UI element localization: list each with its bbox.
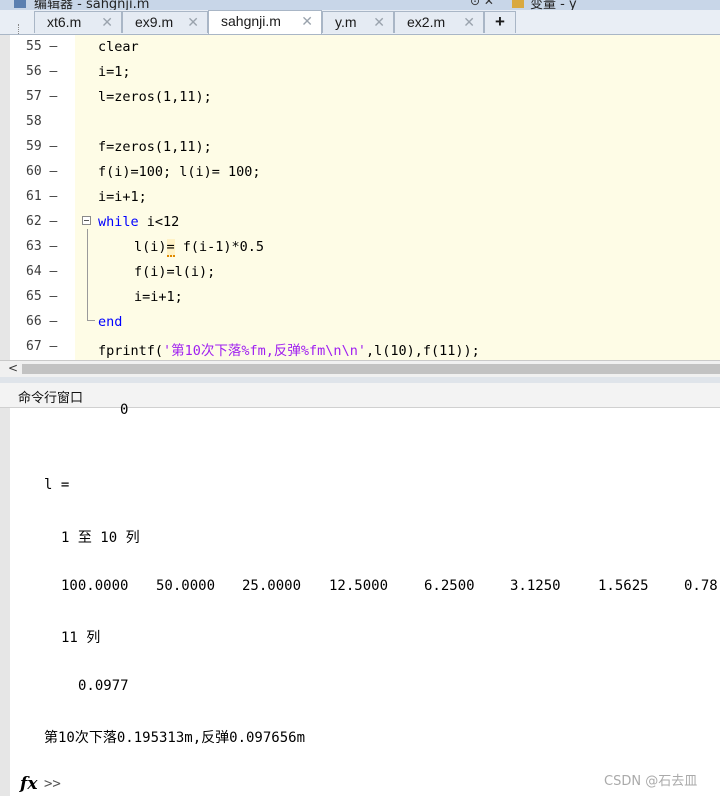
variables-title[interactable]: 变量 - y [530,0,577,10]
line-number-64[interactable]: 64 — [26,264,66,279]
tab-close-icon[interactable]: ✕ [187,14,199,31]
editor-left-bar [0,35,10,360]
line-number-67[interactable]: 67 — [26,339,66,354]
output-value: 12.5000 [329,578,389,594]
code-line[interactable]: clear [98,39,139,55]
output-value: 0.0977 [78,678,129,694]
editor-horizontal-scrollbar[interactable]: < [0,360,720,377]
code-line[interactable]: l(i)= f(i-1)*0.5 [134,239,264,257]
code-line[interactable]: f(i)=100; l(i)= 100; [98,164,261,180]
line-number-58[interactable]: 58 [26,114,66,129]
command-prompt[interactable]: >> [44,776,61,792]
tab-close-icon[interactable]: ✕ [373,14,385,31]
code-line[interactable]: f=zeros(1,11); [98,139,212,155]
tab-close-icon[interactable]: ✕ [301,13,313,30]
output-value: 25.0000 [242,578,302,594]
code-line[interactable]: l=zeros(1,11); [98,89,212,105]
command-window-header: 命令行窗口 [0,383,720,408]
variables-icon [512,0,524,8]
tab-ex9[interactable]: ex9.m ✕ [122,11,208,33]
tab-label: sahgnji.m [221,13,281,29]
function-browser-icon[interactable]: fx [20,774,37,794]
editor-tab-bar: xt6.m ✕ ex9.m ✕ sahgnji.m ✕ y.m ✕ ex2.m … [0,10,720,40]
line-number-62[interactable]: 62 — [26,214,66,229]
line-number-63[interactable]: 63 — [26,239,66,254]
code-editor[interactable]: 55 — 56 — 57 — 58 59 — 60 — 61 — 62 — 63… [0,35,720,360]
line-number-60[interactable]: 60 — [26,164,66,179]
scroll-thumb[interactable] [22,364,720,374]
keyword: end [98,314,123,330]
code-warning-marker[interactable]: = [166,239,175,257]
new-tab-button[interactable]: + [484,11,516,33]
window-title-bar: 编辑器 - sahgnji.m ⊙ ✕ 变量 - y [0,0,720,10]
watermark: CSDN @石去皿 [604,774,698,789]
code-line[interactable]: i=i+1; [134,289,183,305]
output-value: 100.0000 [61,578,129,594]
code-line[interactable]: f(i)=l(i); [134,264,215,280]
output-columns-label: 1 至 10 列 [61,530,140,546]
code-line[interactable]: while i<12 [98,214,179,230]
tab-y[interactable]: y.m ✕ [322,11,394,33]
string-literal: '第10次下落%fm,反弹%fm\n\n' [163,343,366,359]
window-title: 编辑器 - sahgnji.m [34,0,150,10]
output-printed-line: 第10次下落0.195313m,反弹0.097656m [44,730,306,746]
output-value: 6.2500 [424,578,475,594]
fold-guide-line [87,229,88,321]
tab-label: ex2.m [407,14,446,30]
tab-close-icon[interactable]: ✕ [101,14,113,31]
fold-guide-end [87,320,95,321]
tab-sahgnji[interactable]: sahgnji.m ✕ [208,10,322,34]
output-value: 3.1250 [510,578,561,594]
tab-label: y.m [335,14,357,30]
line-number-61[interactable]: 61 — [26,189,66,204]
output-value: 0.78 [684,578,718,594]
undock-close-icons[interactable]: ⊙ ✕ [470,0,494,8]
keyword: while [98,214,139,230]
line-number-59[interactable]: 59 — [26,139,66,154]
tab-label: xt6.m [47,14,82,30]
command-window[interactable]: 0 l = 1 至 10 列 100.0000 50.0000 25.0000 … [0,402,720,796]
command-window-title: 命令行窗口 [18,391,84,406]
command-window-left-bar [0,408,10,796]
fold-collapse-icon[interactable] [82,216,91,225]
editor-icon [14,0,26,8]
output-value: 1.5625 [598,578,649,594]
line-number-57[interactable]: 57 — [26,89,66,104]
tab-close-icon[interactable]: ✕ [463,14,475,31]
line-number-65[interactable]: 65 — [26,289,66,304]
tab-xt6[interactable]: xt6.m ✕ [34,11,122,33]
line-number-56[interactable]: 56 — [26,64,66,79]
code-line[interactable]: i=i+1; [98,189,147,205]
output-columns-label: 11 列 [61,630,101,646]
code-line[interactable]: fprintf('第10次下落%fm,反弹%fm\n\n',l(10),f(11… [98,339,480,359]
line-number-66[interactable]: 66 — [26,314,66,329]
tab-label: ex9.m [135,14,174,30]
tab-ex2[interactable]: ex2.m ✕ [394,11,484,33]
code-line[interactable]: end [98,314,122,330]
output-value: 50.0000 [156,578,216,594]
plus-icon: + [495,12,505,31]
code-line[interactable]: i=1; [98,64,131,80]
output-line: 0 [120,402,129,418]
code-cell-highlight [75,35,720,360]
line-number-55[interactable]: 55 — [26,39,66,54]
scroll-left-icon[interactable]: < [8,361,18,375]
output-variable-name: l = [44,477,70,493]
